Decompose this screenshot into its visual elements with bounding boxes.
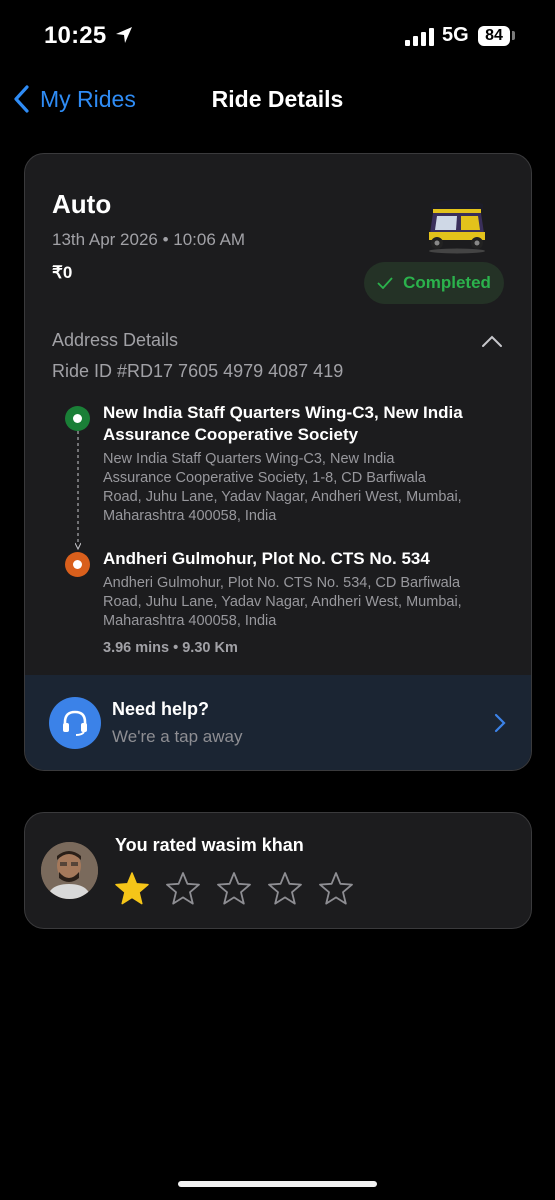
status-label: Completed: [403, 273, 491, 292]
status-bar: 10:25 5G 84: [0, 0, 555, 72]
driver-avatar: [41, 842, 98, 899]
route-connector-line: [75, 431, 81, 551]
chevron-right-icon: [494, 713, 506, 733]
need-help-button[interactable]: Need help? We're a tap away: [25, 675, 531, 770]
star-1-filled-icon[interactable]: [114, 871, 150, 907]
drop-title: Andheri Gulmohur, Plot No. CTS No. 534: [103, 549, 430, 568]
pickup-title: New India Staff Quarters Wing-C3, New In…: [103, 403, 463, 444]
location-arrow-icon: [116, 27, 132, 43]
status-badge: Completed: [364, 262, 504, 304]
star-rating: [114, 871, 369, 907]
drop-address: Andheri Gulmohur, Plot No. CTS No. 534, …: [103, 575, 462, 629]
chevron-up-icon[interactable]: [481, 334, 503, 348]
battery-icon: 84: [478, 26, 510, 46]
ride-type: Auto: [52, 189, 112, 219]
drop-pin-icon: [65, 552, 90, 577]
pickup-address: New India Staff Quarters Wing-C3, New In…: [103, 451, 462, 524]
pickup-pin-icon: [65, 406, 90, 431]
nav-bar: My Rides Ride Details: [0, 78, 555, 122]
ride-details-card: Auto 13th Apr 2026 • 10:06 AM ₹0 Complet…: [24, 153, 532, 771]
headset-icon: [49, 697, 101, 749]
address-details-heading: Address Details: [52, 330, 179, 350]
status-time: 10:25: [44, 22, 107, 49]
ride-fare: ₹0: [52, 263, 73, 282]
rating-card: You rated wasim khan: [24, 812, 532, 929]
network-type: 5G: [442, 24, 469, 46]
checkmark-icon: [377, 277, 393, 289]
cellular-signal-icon: [405, 28, 434, 46]
star-3-empty-icon[interactable]: [216, 871, 252, 907]
ride-id: Ride ID #RD17 7605 4979 4087 419: [52, 361, 344, 381]
ride-datetime: 13th Apr 2026 • 10:06 AM: [52, 230, 246, 249]
help-subtitle: We're a tap away: [112, 727, 243, 746]
star-4-empty-icon[interactable]: [267, 871, 303, 907]
trip-duration-distance: 3.96 mins • 9.30 Km: [103, 640, 238, 656]
help-title: Need help?: [112, 699, 210, 719]
rated-driver-label: You rated wasim khan: [115, 835, 304, 855]
page-title: Ride Details: [211, 86, 344, 112]
battery-tip: [512, 31, 515, 40]
star-5-empty-icon[interactable]: [318, 871, 354, 907]
home-indicator[interactable]: [178, 1181, 377, 1187]
star-2-empty-icon[interactable]: [165, 871, 201, 907]
auto-rickshaw-icon: [429, 200, 485, 254]
